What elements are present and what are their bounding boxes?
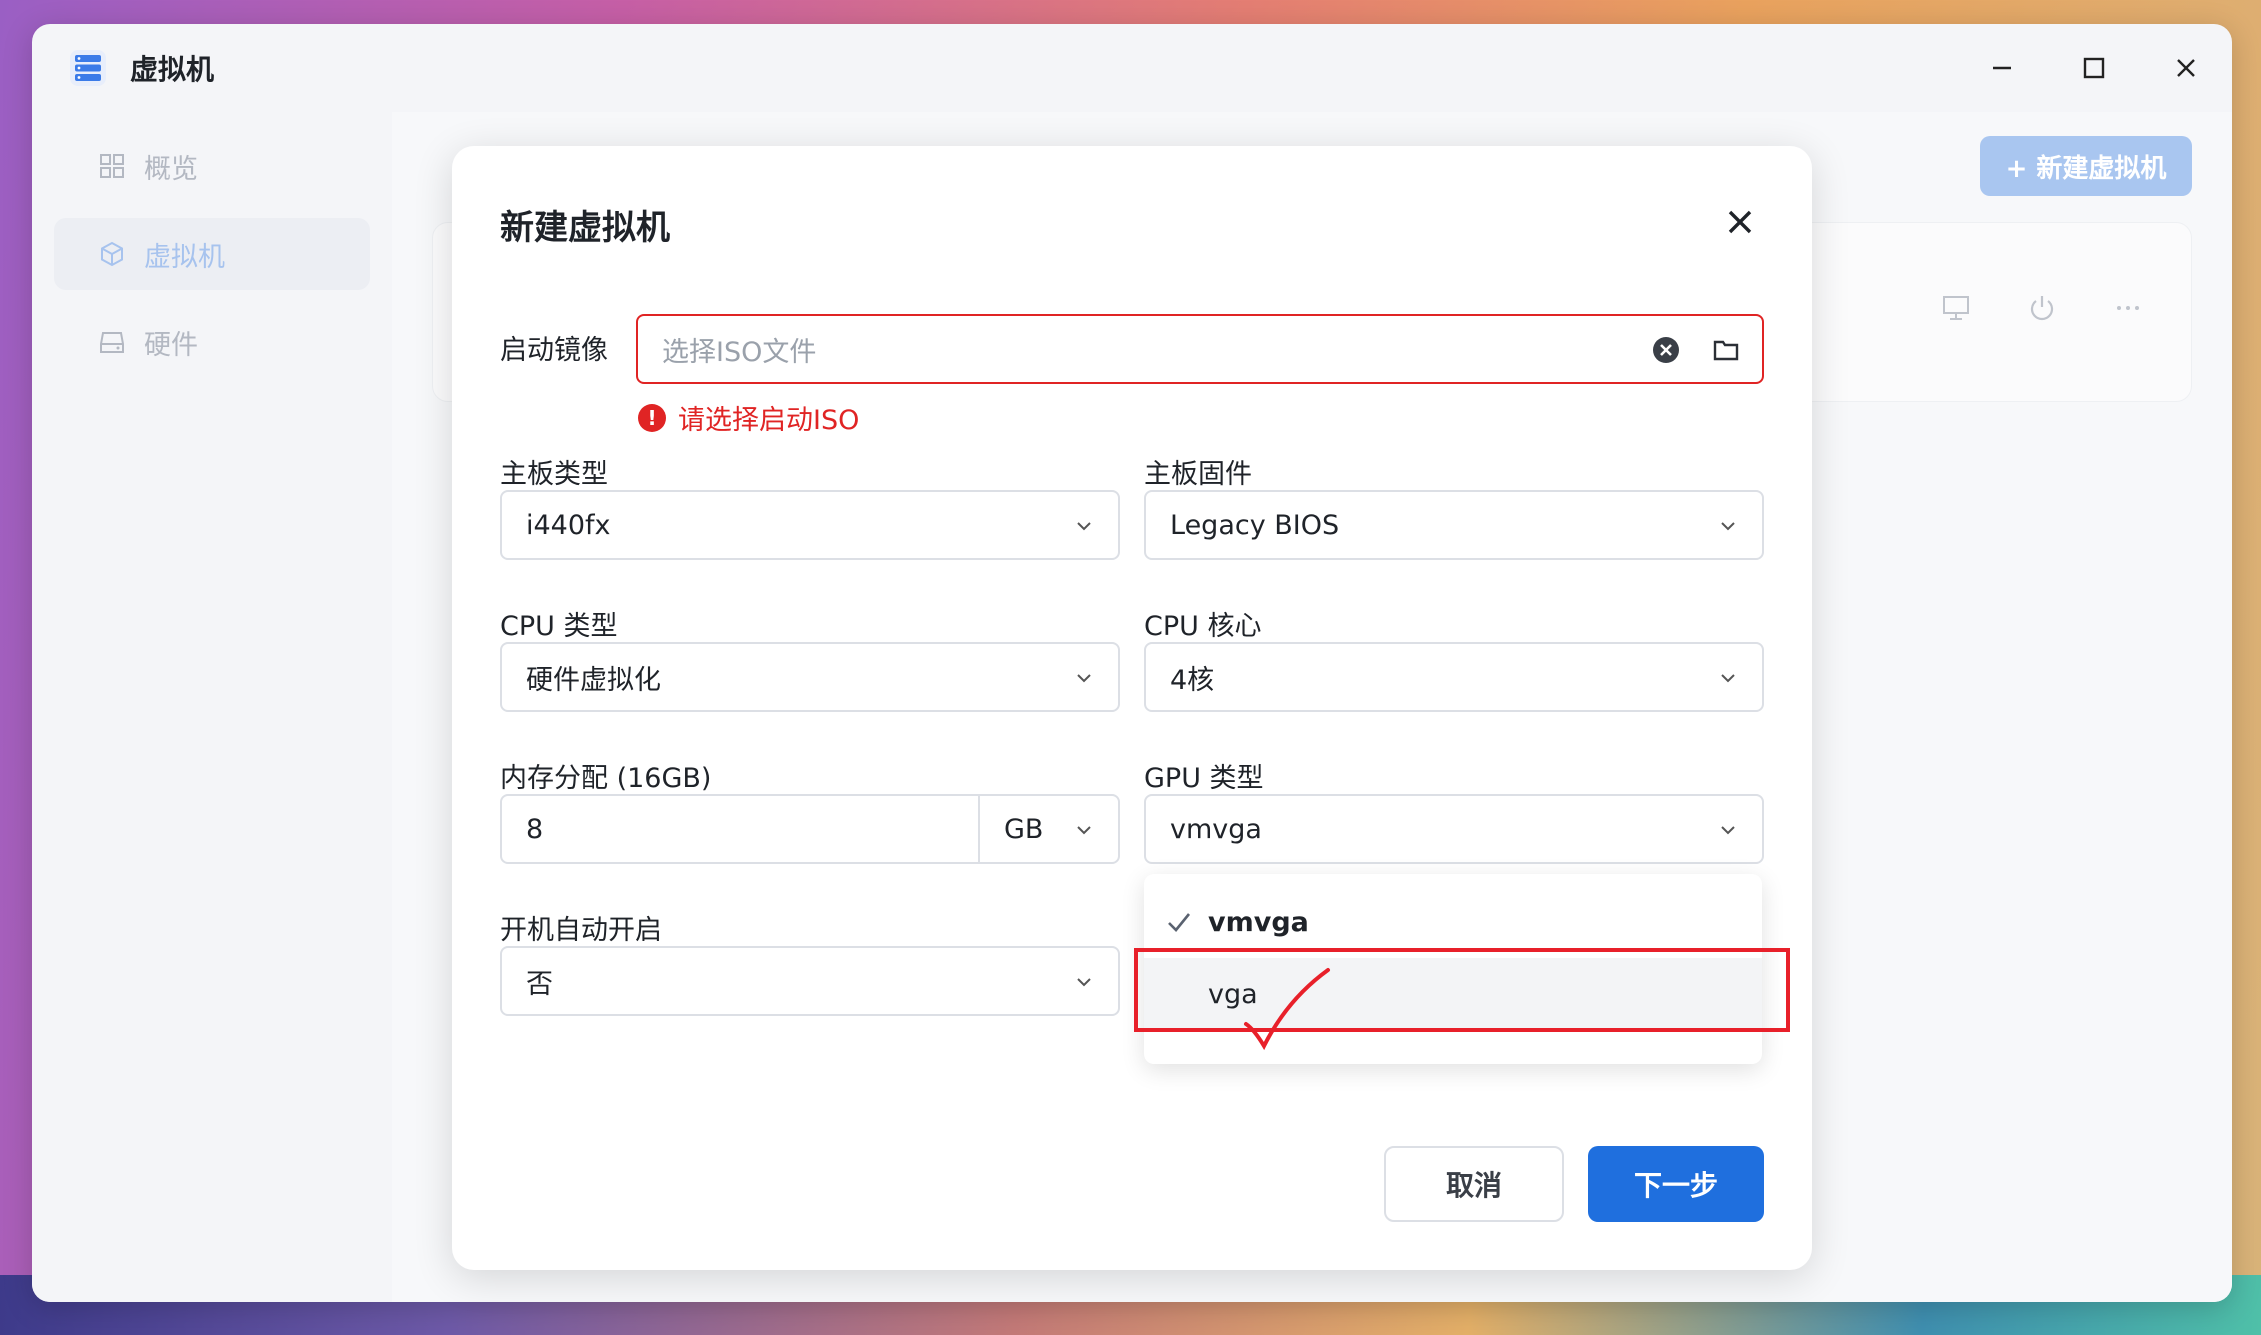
error-icon: ! [638, 403, 666, 432]
cpu-cores-select[interactable]: 4核 [1144, 642, 1764, 712]
next-button[interactable]: 下一步 [1588, 1146, 1764, 1222]
board-type-value: i440fx [526, 509, 611, 541]
cpu-type-value: 硬件虚拟化 [526, 664, 661, 696]
firmware-value: Legacy BIOS [1170, 509, 1340, 541]
board-type-select[interactable]: i440fx [500, 490, 1120, 560]
cpu-type-select[interactable]: 硬件虚拟化 [500, 642, 1120, 712]
new-vm-dialog: 新建虚拟机 启动镜像 选择ISO文件 ! 请选择启动ISO 主板类型 i440f… [452, 146, 1812, 1270]
boot-image-placeholder: 选择ISO文件 [662, 336, 817, 368]
handdrawn-check-icon [1244, 968, 1330, 1051]
chevron-down-icon [1077, 674, 1091, 683]
folder-icon[interactable] [1712, 337, 1740, 363]
cpu-type-label: CPU 类型 [500, 611, 618, 642]
error-text: 请选择启动ISO [678, 405, 860, 436]
chevron-down-icon [1077, 826, 1091, 835]
dialog-title: 新建虚拟机 [500, 208, 670, 248]
clear-icon[interactable] [1652, 336, 1680, 364]
close-icon[interactable] [1720, 202, 1760, 242]
memory-unit-value: GB [1004, 813, 1044, 845]
memory-unit-select[interactable]: GB [978, 794, 1120, 864]
chevron-down-icon [1077, 522, 1091, 531]
chevron-down-icon [1721, 826, 1735, 835]
boot-image-error: ! 请选择启动ISO [638, 398, 859, 437]
gpu-type-label: GPU 类型 [1144, 763, 1264, 794]
gpu-type-select[interactable]: vmvga [1144, 794, 1764, 864]
chevron-down-icon [1077, 978, 1091, 987]
chevron-down-icon [1721, 674, 1735, 683]
firmware-select[interactable]: Legacy BIOS [1144, 490, 1764, 560]
autostart-select[interactable]: 否 [500, 946, 1120, 1016]
memory-label: 内存分配 (16GB) [500, 763, 712, 794]
annotation-highlight-box [1134, 948, 1790, 1032]
modal-overlay: 新建虚拟机 启动镜像 选择ISO文件 ! 请选择启动ISO 主板类型 i440f… [0, 0, 2261, 1335]
cancel-button[interactable]: 取消 [1384, 1146, 1564, 1222]
boot-image-label: 启动镜像 [500, 335, 608, 366]
autostart-label: 开机自动开启 [500, 915, 662, 946]
memory-input[interactable]: 8 [500, 794, 980, 864]
memory-value: 8 [526, 813, 544, 845]
cpu-cores-label: CPU 核心 [1144, 611, 1262, 642]
check-icon [1168, 913, 1191, 932]
cpu-cores-value: 4核 [1170, 664, 1215, 696]
gpu-type-value: vmvga [1170, 813, 1262, 845]
autostart-value: 否 [526, 968, 553, 1000]
firmware-label: 主板固件 [1144, 459, 1252, 490]
board-type-label: 主板类型 [500, 459, 608, 490]
chevron-down-icon [1721, 522, 1735, 531]
boot-image-input[interactable]: 选择ISO文件 [636, 314, 1764, 384]
option-label: vmvga [1208, 906, 1309, 938]
